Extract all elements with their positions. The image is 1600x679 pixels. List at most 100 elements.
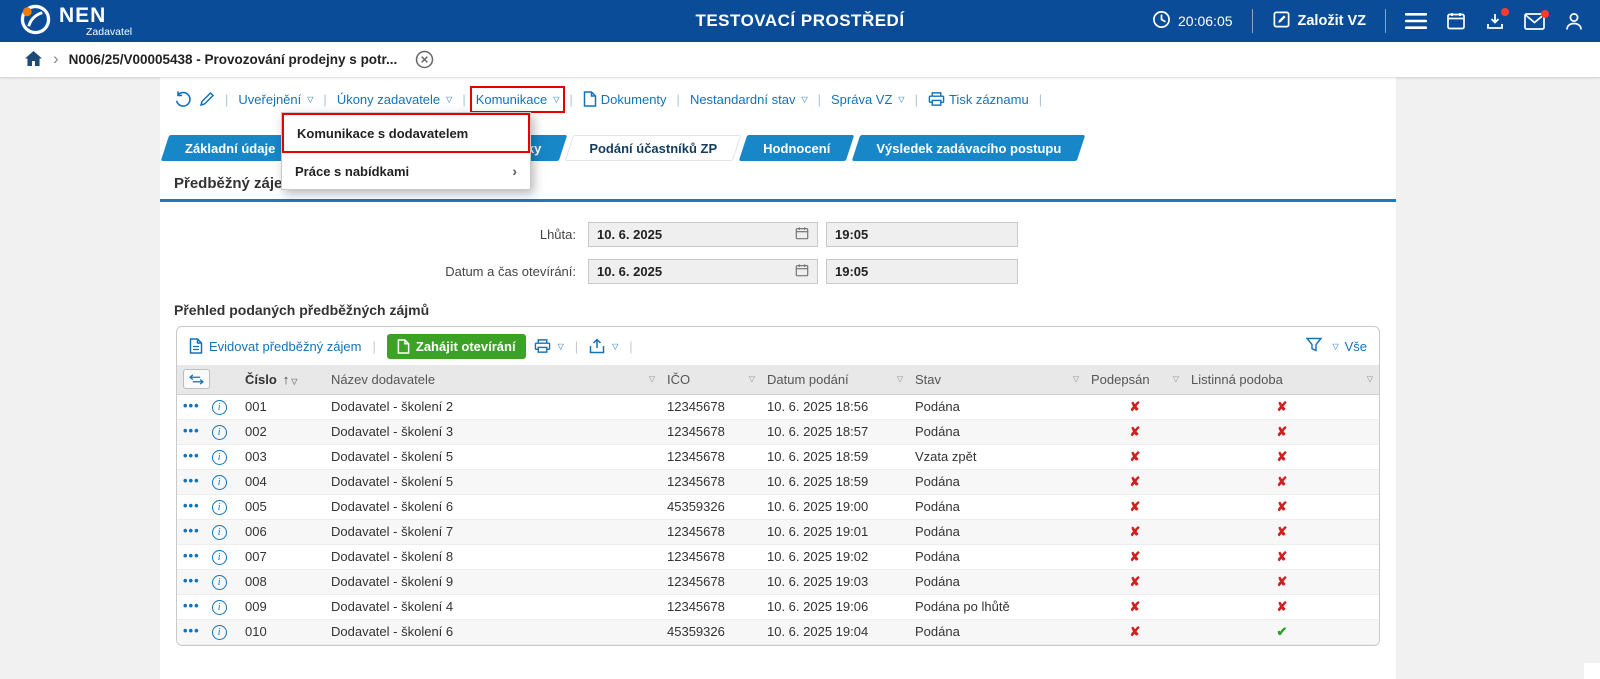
column-filter-icon[interactable]: ▽ — [897, 375, 903, 384]
toolbar-ukony-zadavatele[interactable]: Úkony zadavatele▽ — [337, 92, 453, 107]
cell-podepsan: ✘ — [1085, 569, 1185, 594]
row-more-icon[interactable]: ••• — [183, 573, 200, 588]
column-header-cislo[interactable]: Číslo↑▽ — [239, 365, 325, 394]
column-filter-icon[interactable]: ▽ — [649, 375, 655, 384]
cell-listinna: ✘ — [1185, 444, 1379, 469]
column-header-listinna[interactable]: Listinná podoba▽ — [1185, 365, 1379, 394]
toolbar-separator: | — [818, 92, 821, 107]
row-more-icon[interactable]: ••• — [183, 473, 200, 488]
export-grid-button[interactable]: ▽ — [589, 338, 618, 354]
column-filter-icon[interactable]: ▽ — [1173, 375, 1179, 384]
column-header-nazev[interactable]: Název dodavatele▽ — [325, 365, 661, 394]
cell-cislo: 007 — [239, 544, 325, 569]
cell-ico: 45359326 — [661, 619, 761, 644]
row-more-icon[interactable]: ••• — [183, 448, 200, 463]
column-filter-icon[interactable]: ▽ — [1367, 375, 1373, 384]
table-row[interactable]: •••i 005 Dodavatel - školení 6 45359326 … — [177, 494, 1379, 519]
calendar-icon[interactable] — [1446, 11, 1466, 31]
sort-asc-icon: ↑ — [283, 372, 290, 387]
column-header-ico[interactable]: IČO▽ — [661, 365, 761, 394]
evidovat-zajem-button[interactable]: Evidovat předběžný zájem — [189, 338, 361, 354]
cell-actions: ••• i — [177, 544, 239, 569]
calendar-picker-icon[interactable] — [795, 226, 809, 243]
view-filter-select[interactable]: ▽ Vše — [1331, 339, 1367, 354]
row-info-icon[interactable]: i — [212, 600, 227, 615]
cell-listinna: ✘ — [1185, 494, 1379, 519]
filter-funnel-icon[interactable] — [1306, 337, 1322, 355]
table-row[interactable]: •••i 001 Dodavatel - školení 2 12345678 … — [177, 394, 1379, 419]
toolbar-dokumenty[interactable]: Dokumenty — [583, 91, 667, 107]
downloads-icon[interactable] — [1485, 11, 1505, 31]
row-info-icon[interactable]: i — [212, 625, 227, 640]
row-more-icon[interactable]: ••• — [183, 523, 200, 538]
create-vz-button[interactable]: Založit VZ — [1272, 10, 1366, 33]
edit-record-icon[interactable] — [199, 91, 215, 107]
cell-ico: 12345678 — [661, 594, 761, 619]
row-info-icon[interactable]: i — [212, 400, 227, 415]
messages-icon[interactable] — [1524, 13, 1545, 30]
calendar-picker-icon[interactable] — [795, 263, 809, 280]
cell-listinna: ✘ — [1185, 394, 1379, 419]
breadcrumb-item[interactable]: N006/25/V00005438 - Provozování prodejny… — [69, 52, 398, 67]
column-header-podepsan[interactable]: Podepsán▽ — [1085, 365, 1185, 394]
toolbar-komunikace[interactable]: Komunikace▽ — [476, 92, 560, 107]
cell-ico: 12345678 — [661, 469, 761, 494]
otevirani-date-field[interactable]: 10. 6. 2025 — [588, 259, 818, 284]
tab-zakladni-udaje[interactable]: Základní údaje — [165, 135, 295, 161]
print-grid-button[interactable]: ▽ — [534, 338, 564, 354]
row-info-icon[interactable]: i — [212, 525, 227, 540]
menu-item-prace-s-nabidkami[interactable]: Práce s nabídkami › — [282, 153, 530, 189]
row-info-icon[interactable]: i — [212, 425, 227, 440]
table-row[interactable]: •••i 007 Dodavatel - školení 8 12345678 … — [177, 544, 1379, 569]
lhuta-date-field[interactable]: 10. 6. 2025 — [588, 222, 818, 247]
toolbar-sprava-vz[interactable]: Správa VZ▽ — [831, 92, 905, 107]
column-header-stav[interactable]: Stav▽ — [909, 365, 1085, 394]
tab-hodnoceni[interactable]: Hodnocení — [743, 135, 850, 161]
lhuta-time-field[interactable]: 19:05 — [826, 222, 1018, 247]
tab-vysledek-zadavaciho-postupu[interactable]: Výsledek zadávacího postupu — [856, 135, 1081, 161]
column-chooser-icon[interactable] — [183, 369, 210, 389]
table-row[interactable]: •••i 006 Dodavatel - školení 7 12345678 … — [177, 519, 1379, 544]
row-info-icon[interactable]: i — [212, 475, 227, 490]
menu-item-komunikace-s-dodavatelem[interactable]: Komunikace s dodavatelem — [282, 113, 530, 153]
table-header-row: Číslo↑▽ Název dodavatele▽ IČO▽ Datum pod… — [177, 365, 1379, 394]
row-info-icon[interactable]: i — [212, 500, 227, 515]
row-more-icon[interactable]: ••• — [183, 398, 200, 413]
user-profile-icon[interactable] — [1564, 11, 1584, 31]
tab-podani-ucastniku-zp[interactable]: Podání účastníků ZP — [569, 135, 737, 161]
cell-nazev: Dodavatel - školení 4 — [325, 594, 661, 619]
column-header-datum[interactable]: Datum podání▽ — [761, 365, 909, 394]
toolbar-nestandardni-stav[interactable]: Nestandardní stav▽ — [690, 92, 808, 107]
table-row[interactable]: •••i 003 Dodavatel - školení 5 12345678 … — [177, 444, 1379, 469]
column-filter-icon[interactable]: ▽ — [749, 375, 755, 384]
table-row[interactable]: •••i 008 Dodavatel - školení 9 12345678 … — [177, 569, 1379, 594]
column-filter-icon[interactable]: ▽ — [1073, 375, 1079, 384]
row-more-icon[interactable]: ••• — [183, 623, 200, 638]
table-row[interactable]: •••i 009 Dodavatel - školení 4 12345678 … — [177, 594, 1379, 619]
row-more-icon[interactable]: ••• — [183, 548, 200, 563]
history-icon[interactable] — [174, 90, 192, 108]
caret-down-icon: ▽ — [801, 95, 807, 104]
menu-hamburger-icon[interactable] — [1405, 12, 1427, 30]
home-icon[interactable] — [24, 50, 43, 70]
row-more-icon[interactable]: ••• — [183, 598, 200, 613]
printer-icon — [534, 338, 551, 354]
row-info-icon[interactable]: i — [212, 450, 227, 465]
nen-logo-block[interactable]: NEN Zadavatel — [20, 4, 132, 38]
row-more-icon[interactable]: ••• — [183, 498, 200, 513]
cell-listinna: ✘ — [1185, 469, 1379, 494]
otevirani-time-field[interactable]: 19:05 — [826, 259, 1018, 284]
table-row[interactable]: •••i 004 Dodavatel - školení 5 12345678 … — [177, 469, 1379, 494]
toolbar-tisk-zaznamu[interactable]: Tisk záznamu — [928, 91, 1029, 107]
row-info-icon[interactable]: i — [212, 550, 227, 565]
row-info-icon[interactable]: i — [212, 575, 227, 590]
printer-icon — [928, 91, 945, 107]
table-row[interactable]: •••i 002 Dodavatel - školení 3 12345678 … — [177, 419, 1379, 444]
row-more-icon[interactable]: ••• — [183, 423, 200, 438]
cross-icon: ✘ — [1130, 399, 1141, 414]
close-record-icon[interactable] — [415, 50, 434, 69]
toolbar-uverejneni[interactable]: Uveřejnění▽ — [238, 92, 313, 107]
zahajit-otevirani-button[interactable]: Zahájit otevírání — [387, 334, 526, 359]
column-filter-icon[interactable]: ▽ — [291, 377, 297, 386]
table-row[interactable]: •••i 010 Dodavatel - školení 6 45359326 … — [177, 619, 1379, 644]
